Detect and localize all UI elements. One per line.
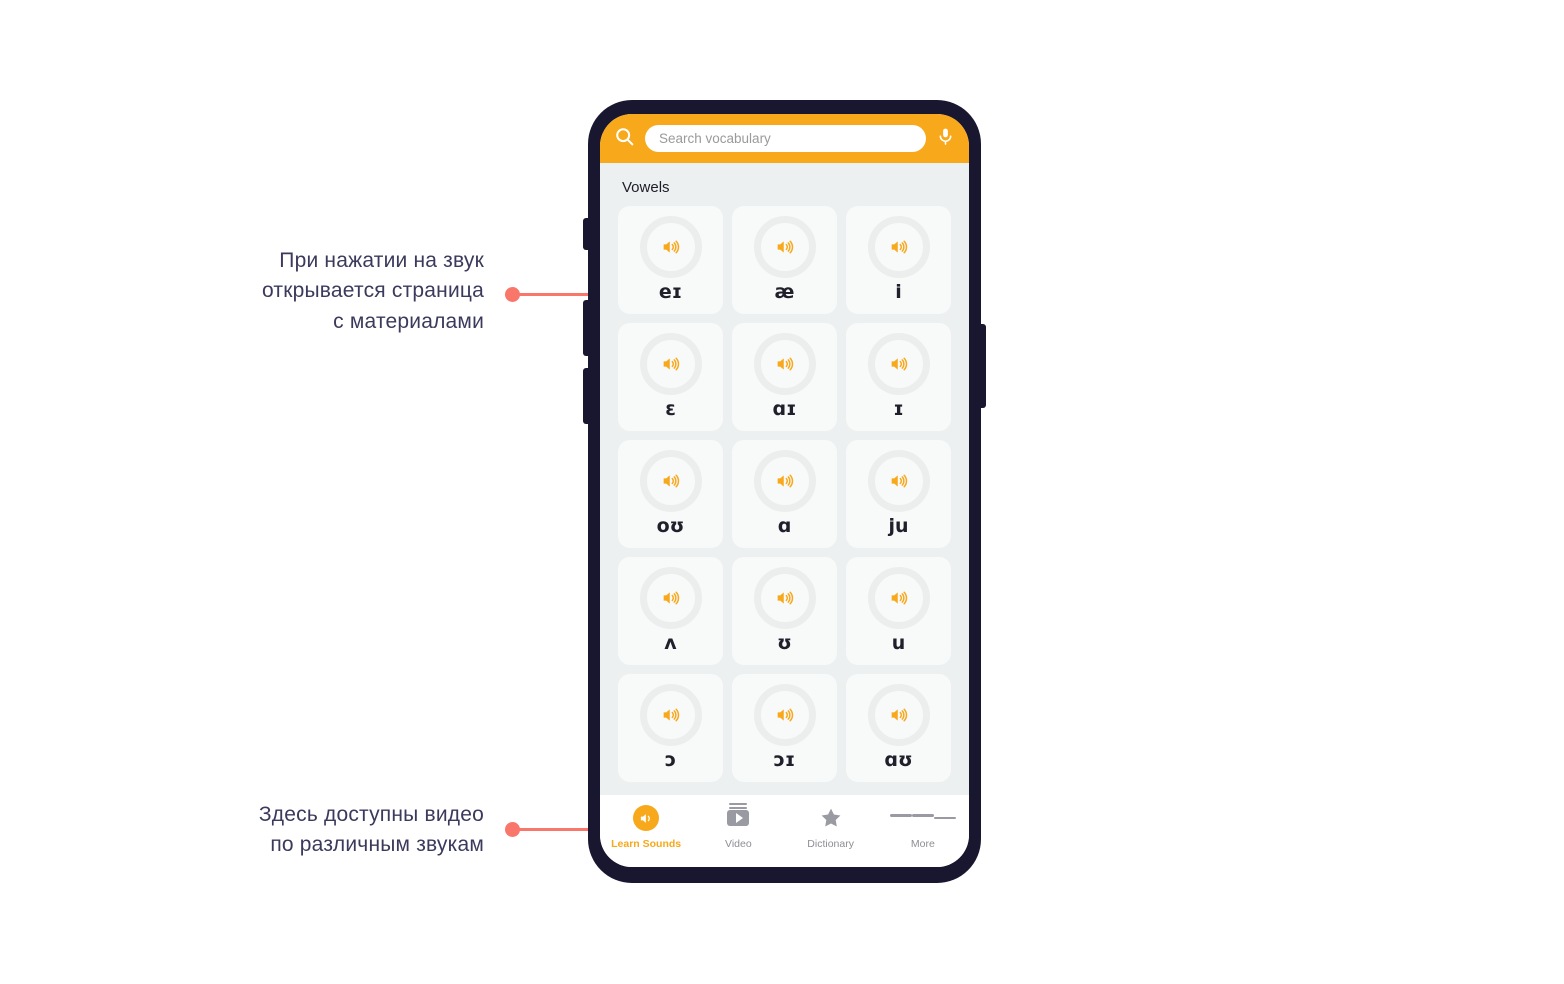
annotation-connector-dot-top (505, 287, 520, 302)
speaker-icon[interactable] (639, 216, 702, 278)
star-icon (819, 805, 843, 831)
screenshot-canvas: При нажатии на звук открывается страница… (0, 0, 1564, 984)
phone-volume-up-button[interactable] (583, 300, 589, 356)
sound-card[interactable]: ɪ (846, 323, 951, 431)
speaker-icon[interactable] (867, 216, 930, 278)
sound-symbol: ɑʊ (884, 749, 913, 771)
annotation-connector-dot-bottom (505, 822, 520, 837)
speaker-icon[interactable] (867, 567, 930, 629)
speaker-icon[interactable] (753, 684, 816, 746)
nav-item-learn-sounds[interactable]: Learn Sounds (604, 805, 688, 850)
speaker-icon[interactable] (639, 567, 702, 629)
sound-card[interactable]: ʊ (732, 557, 837, 665)
sound-symbol: æ (774, 281, 795, 303)
search-input-wrapper[interactable] (645, 125, 926, 152)
learn-sounds-icon (633, 805, 660, 831)
speaker-icon[interactable] (867, 450, 930, 512)
nav-label-video: Video (725, 838, 752, 850)
sound-symbol: ju (888, 515, 909, 537)
nav-label-learn-sounds: Learn Sounds (611, 838, 682, 850)
sound-card[interactable]: u (846, 557, 951, 665)
sound-card[interactable]: ɑʊ (846, 674, 951, 782)
speaker-icon[interactable] (639, 684, 702, 746)
sound-symbol: ɔɪ (773, 749, 796, 771)
phone-mockup: Vowels eɪæiɛɑɪɪoʊɑjuʌʊuɔɔɪɑʊ Learn Soun (583, 100, 986, 883)
sound-symbol: eɪ (658, 281, 683, 303)
video-icon (727, 803, 750, 831)
speaker-icon[interactable] (753, 216, 816, 278)
speaker-icon[interactable] (639, 450, 702, 512)
speaker-icon[interactable] (753, 333, 816, 395)
sound-grid: eɪ æ i ɛ ɑɪ ɪ oʊ ɑ ju ʌ ʊ u ɔ ɔɪ ɑʊ (600, 206, 969, 795)
nav-item-more[interactable]: More (881, 805, 965, 850)
sound-card[interactable]: ʌ (618, 557, 723, 665)
search-icon[interactable] (614, 126, 635, 152)
nav-item-video[interactable]: Video (696, 803, 780, 850)
nav-item-dictionary[interactable]: Dictionary (789, 805, 873, 850)
speaker-icon[interactable] (753, 450, 816, 512)
sound-symbol: u (891, 632, 906, 654)
sound-card[interactable]: ɛ (618, 323, 723, 431)
sound-card[interactable]: ɔ (618, 674, 723, 782)
sound-symbol: oʊ (656, 515, 685, 537)
sound-card[interactable]: æ (732, 206, 837, 314)
sound-card[interactable]: ɑ (732, 440, 837, 548)
sound-symbol: ɑ (777, 515, 792, 537)
sound-symbol: ɪ (893, 398, 904, 420)
sound-card[interactable]: eɪ (618, 206, 723, 314)
phone-mute-button[interactable] (583, 218, 589, 250)
speaker-icon[interactable] (639, 333, 702, 395)
sound-symbol: ʌ (664, 632, 677, 654)
microphone-icon[interactable] (936, 126, 955, 152)
sound-card[interactable]: ɔɪ (732, 674, 837, 782)
sound-card[interactable]: i (846, 206, 951, 314)
sound-symbol: i (895, 281, 902, 303)
speaker-icon[interactable] (867, 684, 930, 746)
speaker-icon[interactable] (753, 567, 816, 629)
sound-card[interactable]: ɑɪ (732, 323, 837, 431)
nav-label-dictionary: Dictionary (807, 838, 854, 850)
sound-symbol: ɛ (665, 398, 676, 420)
sound-symbol: ɔ (664, 749, 677, 771)
bottom-navigation: Learn Sounds Video Dictionary More (600, 795, 969, 867)
phone-screen: Vowels eɪæiɛɑɪɪoʊɑjuʌʊuɔɔɪɑʊ Learn Soun (600, 114, 969, 867)
sound-card[interactable]: ju (846, 440, 951, 548)
section-heading: Vowels (622, 179, 670, 196)
sound-symbol: ʊ (777, 632, 792, 654)
annotation-text-bottom: Здесь доступны видео по различным звукам (258, 803, 484, 857)
search-input[interactable] (659, 131, 912, 146)
hamburger-icon (889, 805, 956, 831)
nav-label-more: More (910, 838, 935, 850)
phone-power-button[interactable] (980, 324, 986, 408)
search-bar (600, 114, 969, 163)
sound-symbol: ɑɪ (772, 398, 797, 420)
speaker-icon[interactable] (867, 333, 930, 395)
annotation-text-top: При нажатии на звук открывается страница… (262, 249, 484, 333)
sound-card[interactable]: oʊ (618, 440, 723, 548)
phone-volume-down-button[interactable] (583, 368, 589, 424)
